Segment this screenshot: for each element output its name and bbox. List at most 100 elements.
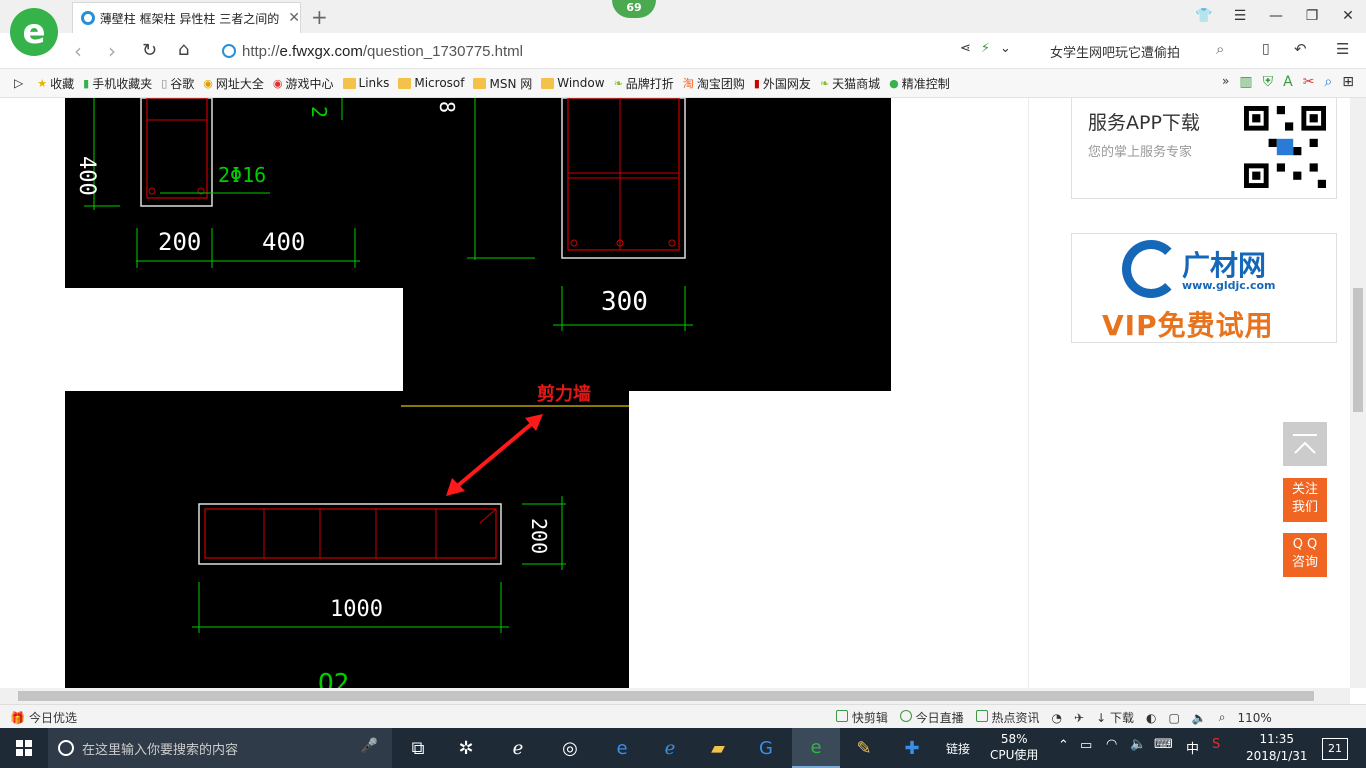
translate-icon[interactable]: A (1283, 74, 1293, 90)
mobile-icon[interactable]: ▯ (1262, 41, 1270, 57)
news-link[interactable]: 热点资讯 (975, 709, 1040, 726)
window-icon[interactable]: ▢ (1168, 711, 1179, 725)
close-icon[interactable]: ✕ (1330, 0, 1366, 32)
keyboard-icon[interactable]: ⌨ (1154, 737, 1173, 752)
lightning-icon[interactable]: ⚡ (981, 41, 990, 56)
hamburger-icon[interactable]: ☰ (1336, 40, 1349, 58)
search-icon[interactable]: ⌕ (1216, 40, 1224, 58)
today-picks-link[interactable]: 今日优选 (29, 709, 77, 726)
file-explorer-app-icon[interactable]: ▰ (694, 728, 742, 768)
minimize-icon[interactable]: — (1258, 0, 1294, 32)
chevron-down-icon[interactable]: ⌄ (1000, 41, 1011, 56)
ie-mode-icon[interactable]: ◐ (1146, 711, 1156, 725)
home-icon[interactable]: ⌂ (178, 39, 189, 60)
browser-tab[interactable]: 薄壁柱 框架柱 异性柱 三者之间的 ✕ (72, 2, 301, 33)
folder-icon (473, 77, 487, 89)
restore-icon[interactable]: ❐ (1294, 0, 1330, 32)
ie-app-icon[interactable]: ℯ (494, 728, 542, 768)
internet-explorer-app-icon[interactable]: ℯ (646, 728, 694, 768)
start-button[interactable] (0, 728, 48, 768)
arrow-up-icon (1293, 434, 1317, 454)
zoom-level[interactable]: 110% (1237, 711, 1271, 725)
sogou-icon[interactable]: S (1212, 737, 1220, 752)
microphone-icon[interactable]: 🎤 (361, 738, 378, 754)
cpu-usage[interactable]: 58% CPU使用 (990, 731, 1038, 763)
qq-consult-button[interactable]: Q Q 咨询 (1283, 533, 1327, 577)
clock[interactable]: 11:35 2018/1/31 (1246, 731, 1308, 765)
bookmark-item[interactable]: MSN 网 (473, 75, 532, 92)
back-icon[interactable]: ‹ (74, 39, 82, 63)
search-small-icon[interactable]: ⌕ (1324, 74, 1332, 90)
sidebar-toggle-icon[interactable]: ▷ (14, 76, 23, 90)
speaker-icon[interactable]: 🔈 (1130, 737, 1146, 752)
follow-us-button[interactable]: 关注 我们 (1283, 478, 1327, 522)
bookmark-item[interactable]: ★ 收藏 (37, 75, 74, 92)
bookmark-item[interactable]: Window (541, 76, 605, 90)
browser-app-icon[interactable]: e (792, 728, 840, 768)
bookmark-item[interactable]: Microsof (398, 76, 464, 90)
volume-icon[interactable]: 🔈 (1192, 711, 1207, 725)
wifi-icon[interactable]: ◠ (1106, 737, 1117, 752)
browser360-app-icon[interactable]: ◎ (546, 728, 594, 768)
pinwheel-app-icon[interactable]: ✲ (442, 728, 490, 768)
battery-icon[interactable]: ▭ (1080, 738, 1092, 753)
bookmark-item[interactable]: ▯ 谷歌 (161, 75, 194, 92)
horizontal-scrollbar[interactable] (0, 688, 1350, 704)
leaf-icon: ❧ (819, 76, 830, 90)
bookmark-item[interactable]: ▮ 外国网友 (754, 75, 811, 92)
menu-icon[interactable]: ☰ (1222, 0, 1258, 32)
bookmark-item[interactable]: ❧ 天猫商城 (820, 75, 880, 92)
bookmark-item[interactable]: Links (342, 76, 389, 90)
notes-app-icon[interactable]: ✎ (840, 728, 888, 768)
taskbar-search[interactable]: 在这里输入你要搜索的内容 🎤 (48, 728, 392, 768)
horizontal-scroll-thumb[interactable] (18, 691, 1314, 701)
shirt-icon[interactable]: 👕 (1186, 0, 1222, 32)
bookmark-item[interactable]: ▮ 手机收藏夹 (83, 75, 152, 92)
guangcai-ad-banner[interactable]: 广材网 www.gldjc.com VIP免费试用 (1071, 233, 1337, 343)
forward-icon[interactable]: › (108, 39, 116, 63)
star-icon: ★ (37, 76, 48, 90)
bookmark-item[interactable]: 淘淘宝团购 (683, 75, 745, 92)
tray-chevron-icon[interactable]: ⌃ (1058, 738, 1069, 753)
pin-icon[interactable]: ✈ (1074, 711, 1084, 725)
shield-icon[interactable]: ⛨ (1263, 74, 1274, 90)
scissors-icon[interactable]: ✂ (1303, 74, 1315, 90)
page-icon: ▯ (161, 76, 168, 90)
url-text: http://e.fwxgx.com/question_1730775.html (242, 42, 524, 60)
search-input[interactable]: 女学生网吧玩它遭偷拍 (1050, 42, 1180, 61)
notification-center-button[interactable]: 21 (1322, 738, 1348, 760)
app-download-ad[interactable]: 服务APP下载 您的掌上服务专家 (1071, 98, 1337, 199)
g-app-icon[interactable]: G (742, 728, 790, 768)
back-to-top-button[interactable] (1283, 422, 1327, 466)
plus-app-icon[interactable]: ✚ (888, 728, 936, 768)
folder-icon (342, 77, 356, 89)
undo-icon[interactable]: ↶ (1294, 40, 1307, 58)
live-link[interactable]: 今日直播 (899, 709, 964, 726)
url-field[interactable]: http://e.fwxgx.com/question_1730775.html (222, 38, 1034, 64)
new-tab-button[interactable]: + (311, 5, 328, 29)
apps-icon[interactable]: ⊞ (1342, 74, 1354, 90)
share-icon[interactable]: ⋖ (960, 41, 971, 56)
download-link[interactable]: ↓ 下载 (1096, 709, 1134, 726)
notification-badge[interactable]: 69 (612, 0, 656, 18)
zoom-search-icon[interactable]: ⌕ (1219, 710, 1226, 725)
bookmark-item[interactable]: ❧ 品牌打折 (614, 75, 674, 92)
task-view-icon[interactable]: ⧉ (394, 728, 442, 768)
bookmark-item[interactable]: ● 精准控制 (889, 75, 950, 92)
ime-indicator[interactable]: 中 (1186, 738, 1199, 757)
close-tab-icon[interactable]: ✕ (288, 10, 300, 26)
link-label[interactable]: 链接 (946, 740, 970, 757)
quick-edit-link[interactable]: 快剪辑 (836, 709, 888, 726)
brand-domain: www.gldjc.com (1182, 279, 1276, 292)
refresh-icon[interactable]: ↻ (142, 40, 157, 61)
reader-icon[interactable]: ▥ (1239, 74, 1252, 90)
folder-icon (541, 77, 555, 89)
browser-logo[interactable]: e (10, 8, 58, 56)
vertical-scroll-thumb[interactable] (1353, 288, 1363, 412)
vertical-scrollbar[interactable] (1350, 98, 1366, 688)
bookmarks-more-icon[interactable]: » (1222, 74, 1229, 90)
edge-app-icon[interactable]: e (598, 728, 646, 768)
bookmark-item[interactable]: ◉ 网址大全 (203, 75, 264, 92)
speed-icon[interactable]: ◔ (1052, 711, 1062, 725)
bookmark-item[interactable]: ◉ 游戏中心 (273, 75, 334, 92)
